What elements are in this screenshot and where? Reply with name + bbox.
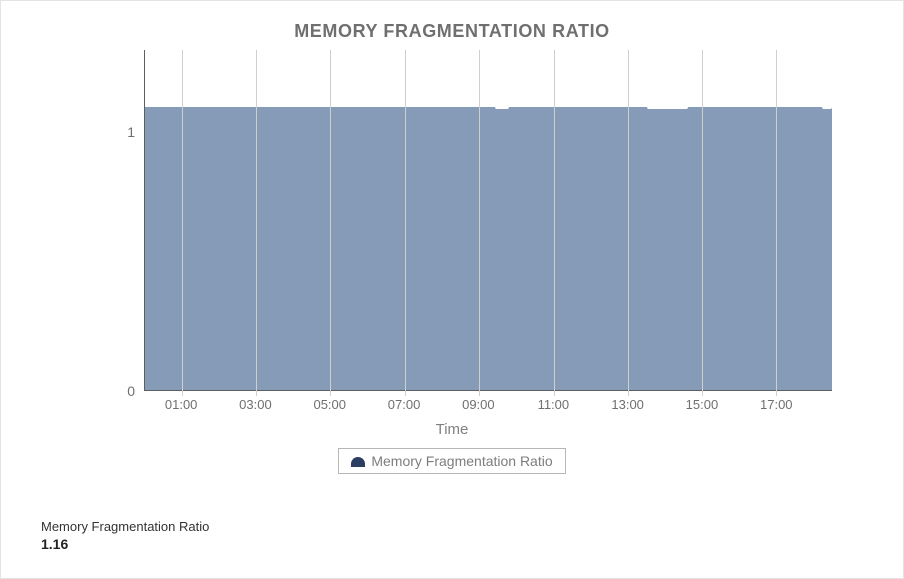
x-tick: 05:00 — [313, 397, 346, 412]
gridline — [256, 50, 257, 396]
x-tick: 17:00 — [760, 397, 793, 412]
x-tick: 11:00 — [538, 397, 570, 412]
gridline — [776, 50, 777, 396]
metric-label: Memory Fragmentation Ratio — [41, 519, 209, 534]
gridline — [405, 50, 406, 396]
x-tick: 13:00 — [611, 397, 644, 412]
gridline — [182, 50, 183, 396]
gridline — [702, 50, 703, 396]
series-dip — [495, 107, 509, 109]
x-tick: 09:00 — [462, 397, 495, 412]
gridline — [554, 50, 555, 396]
legend-swatch-icon — [351, 457, 365, 467]
series-area — [145, 107, 832, 390]
y-tick-1: 1 — [127, 124, 145, 140]
series-dip — [647, 107, 688, 109]
x-tick: 03:00 — [239, 397, 272, 412]
gridline — [628, 50, 629, 396]
series-dip — [822, 107, 832, 109]
metric-value: 1.16 — [41, 536, 209, 552]
x-tick: 07:00 — [388, 397, 421, 412]
x-axis-labels: 01:00 03:00 05:00 07:00 09:00 11:00 13:0… — [144, 397, 832, 419]
metric-readout: Memory Fragmentation Ratio 1.16 — [41, 519, 209, 552]
plot-box[interactable]: 0 1 — [144, 50, 832, 391]
chart-title: MEMORY FRAGMENTATION RATIO — [1, 1, 903, 50]
x-axis-title: Time — [72, 421, 832, 438]
gridline — [479, 50, 480, 396]
x-tick: 15:00 — [686, 397, 719, 412]
chart-legend[interactable]: Memory Fragmentation Ratio — [338, 448, 565, 474]
gridline — [330, 50, 331, 396]
monitoring-panel: MEMORY FRAGMENTATION RATIO 0 1 01:00 — [0, 0, 904, 579]
y-tick-0: 0 — [127, 383, 145, 399]
x-tick: 01:00 — [165, 397, 198, 412]
chart-area: 0 1 01:00 03:00 05:00 07:00 09:00 — [72, 50, 832, 474]
legend-series-label: Memory Fragmentation Ratio — [371, 453, 552, 469]
